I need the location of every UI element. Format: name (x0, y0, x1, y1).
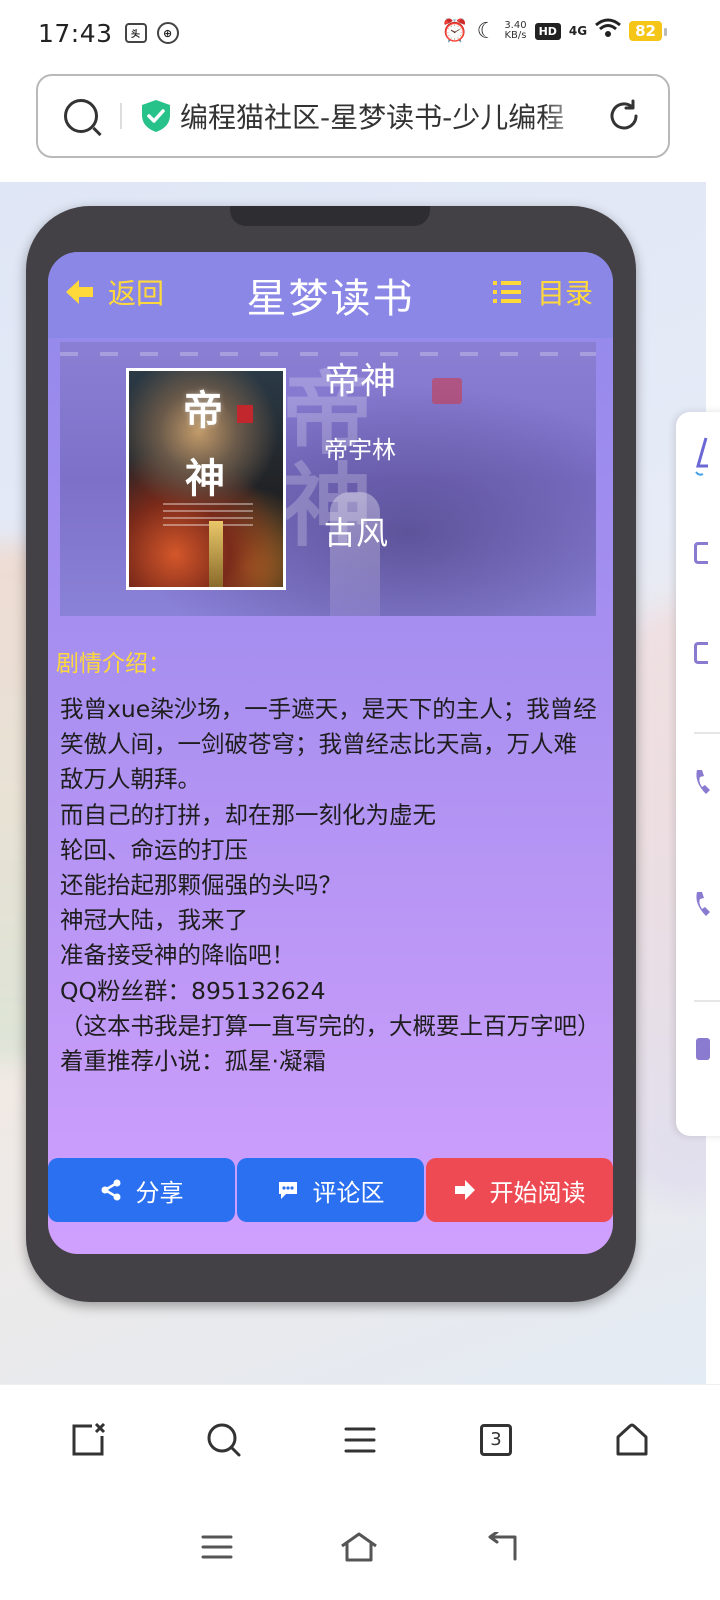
moon-icon: ☾ (476, 18, 497, 44)
book-author: 帝宇林 (324, 436, 396, 464)
action-buttons: 分享 评论区 开始阅读 (48, 1158, 613, 1222)
synopsis-text: 我曾xue染沙场，一手遮天，是天下的主人；我曾经笑傲人间，一剑破苍穹；我曾经志比… (60, 692, 601, 1079)
divider (120, 103, 122, 129)
search-icon (207, 1423, 241, 1456)
phone-notch (230, 206, 430, 226)
table-of-contents-button[interactable]: 目录 (492, 272, 593, 312)
start-reading-button[interactable]: 开始阅读 (426, 1158, 613, 1222)
tabs-button[interactable]: 3 (456, 1400, 536, 1480)
hd-icon: HD (534, 22, 561, 40)
new-tab-button[interactable] (48, 1400, 128, 1480)
banner-decoration (432, 378, 462, 404)
wifi-icon (595, 18, 622, 44)
arrow-right-icon (454, 1180, 475, 1200)
menu-button[interactable] (320, 1400, 400, 1480)
message-icon (696, 1038, 710, 1060)
cover-decoration (209, 521, 223, 587)
move-icon (694, 642, 708, 664)
synopsis-line: QQ粉丝群：895132624 (60, 976, 326, 1005)
synopsis-line: 准备接受神的降临吧！ (60, 941, 295, 970)
share-label: 分享 (135, 1178, 184, 1207)
book-cover[interactable]: 帝 神 (126, 368, 286, 590)
synopsis-line: 轮回、命运的打压 (60, 835, 248, 864)
phone-icon (696, 892, 710, 916)
search-button[interactable] (184, 1400, 264, 1480)
app-screen: 返回 星梦读书 目录 帝神 帝 神 帝神 帝宇林 古风 剧情介绍： 我曾xue染… (48, 252, 613, 1254)
synopsis-line: 而自己的打拼，却在那一刻化为虚无 (60, 800, 436, 829)
side-item-call[interactable] (694, 768, 720, 801)
comment-icon (278, 1182, 297, 1199)
synopsis-line: 还能抬起那颗倔强的头吗？ (60, 871, 342, 900)
phone-icon (696, 770, 710, 794)
notification-icon: ⊕ (156, 22, 179, 44)
tab-count: 3 (480, 1423, 512, 1456)
synopsis-line: （这本书我是打算一直写完的，大概要上百万字吧） (60, 1011, 601, 1040)
toc-label: 目录 (536, 277, 593, 310)
share-button[interactable]: 分享 (48, 1158, 235, 1222)
status-bar: 17:43 头 ⊕ ⏰ ☾ 3.40 KB/s HD 4G 82 (0, 0, 720, 66)
comments-button[interactable]: 评论区 (237, 1158, 424, 1222)
book-title: 帝神 (324, 361, 397, 402)
address-bar[interactable]: 编程猫社区-星梦读书-少儿编程 (36, 74, 670, 158)
divider (694, 732, 720, 734)
floating-side-panel (676, 412, 720, 1136)
start-reading-label: 开始阅读 (489, 1178, 586, 1207)
book-banner: 帝神 帝 神 帝神 帝宇林 古风 (60, 342, 596, 616)
synopsis-label: 剧情介绍： (56, 651, 171, 677)
book-genre: 古风 (324, 514, 389, 552)
system-nav-bar (0, 1494, 720, 1600)
reload-icon[interactable] (606, 98, 642, 134)
back-nav-icon[interactable] (485, 1532, 519, 1562)
menu-icon (344, 1427, 376, 1452)
synopsis-line: 我曾xue染沙场，一手遮天，是天下的主人；我曾经笑傲人间，一剑破苍穹；我曾经志比… (60, 695, 597, 794)
side-item-gesture[interactable] (694, 436, 720, 481)
secure-shield-icon (142, 100, 170, 132)
rotate-icon (694, 542, 708, 564)
synopsis-line: 着重推荐小说：孤星·凝霜 (60, 1047, 326, 1076)
new-note-icon (72, 1422, 106, 1455)
synopsis-line: 神冠大陆，我来了 (60, 906, 248, 935)
cover-title-char: 神 (185, 455, 225, 502)
network-speed: 3.40 KB/s (504, 20, 527, 41)
side-item-incoming[interactable] (694, 890, 720, 923)
home-icon (616, 1423, 648, 1455)
side-item-message[interactable] (694, 1032, 720, 1069)
home-nav-icon[interactable] (339, 1531, 379, 1563)
side-item-rotate[interactable] (694, 542, 720, 564)
news-app-icon: 头 (124, 23, 147, 43)
signal-icon: 4G (568, 24, 588, 38)
list-icon (492, 281, 521, 303)
share-icon (101, 1179, 120, 1201)
comments-label: 评论区 (312, 1178, 385, 1207)
cover-title-char: 帝 (183, 387, 223, 434)
recent-apps-icon[interactable] (201, 1534, 233, 1560)
battery-indicator: 82 (629, 21, 667, 41)
divider (694, 1000, 720, 1002)
side-item-move[interactable] (694, 642, 720, 664)
cover-subtitle (163, 503, 253, 527)
status-icons: ⏰ ☾ 3.40 KB/s HD 4G 82 (441, 18, 667, 44)
app-header: 返回 星梦读书 目录 (48, 252, 613, 338)
url-text[interactable]: 编程猫社区-星梦读书-少儿编程 (180, 96, 592, 136)
alarm-icon: ⏰ (441, 18, 469, 44)
gesture-icon (695, 437, 708, 476)
cover-seal (237, 405, 253, 423)
clock: 17:43 (38, 18, 113, 48)
home-button[interactable] (592, 1400, 672, 1480)
search-icon[interactable] (64, 99, 98, 133)
browser-toolbar: 3 (0, 1384, 720, 1494)
